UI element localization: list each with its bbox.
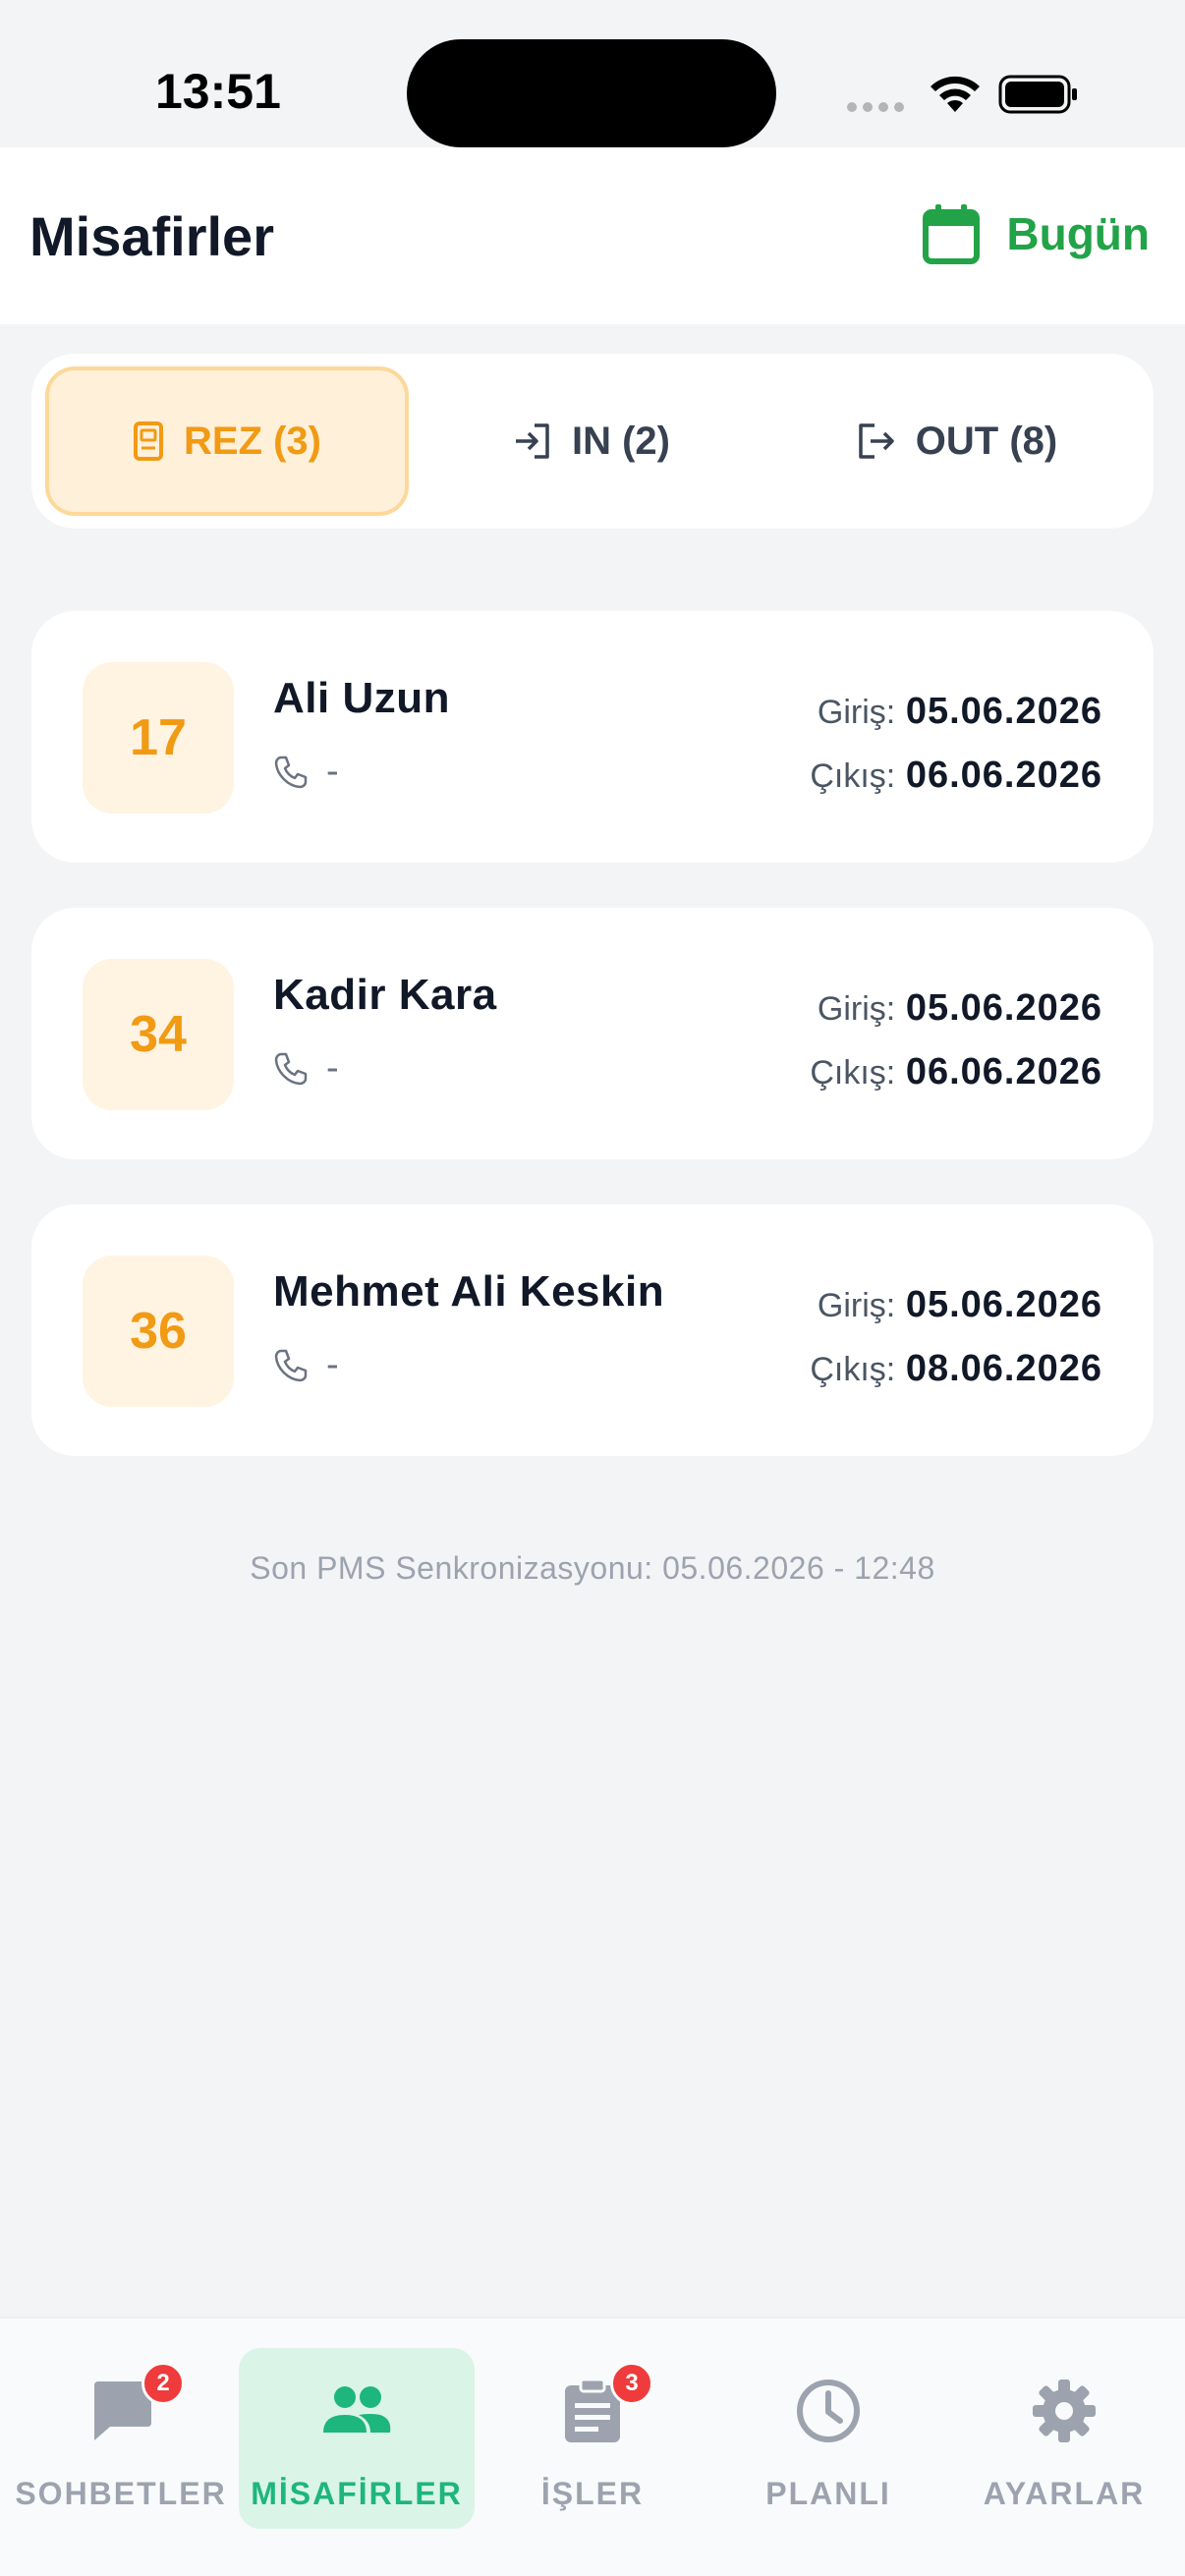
- checkout-date: 06.06.2026: [905, 755, 1102, 796]
- tabbar-label: PLANLI: [765, 2476, 891, 2511]
- pending-tasks-badge: 3: [610, 2362, 653, 2405]
- phone-value: -: [326, 1047, 339, 1089]
- guest-name: Ali Uzun: [273, 674, 450, 722]
- today-label: Bugün: [1006, 208, 1150, 259]
- guest-phone: -: [273, 1344, 339, 1386]
- battery-icon: [998, 75, 1077, 114]
- tabbar-label: SOHBETLER: [15, 2476, 227, 2511]
- checkout-label: Çıkış:: [810, 1054, 896, 1092]
- tab-label: OUT (8): [915, 419, 1058, 463]
- phone-icon: [274, 1052, 308, 1085]
- last-sync-note: Son PMS Senkronizasyonu: 05.06.2026 - 12…: [250, 1550, 935, 1586]
- tab-label: REZ (3): [184, 419, 321, 463]
- tabbar-item-tasks[interactable]: 3 İŞLER: [475, 2348, 710, 2529]
- tab-label: IN (2): [572, 419, 670, 463]
- tab-reservations[interactable]: REZ (3): [45, 366, 409, 516]
- guest-card[interactable]: 36 Mehmet Ali Keskin - Giriş: 05.06.2026…: [31, 1204, 1154, 1456]
- checkin-label: Giriş:: [817, 694, 896, 731]
- tabbar-label: MİSAFİRLER: [251, 2476, 463, 2511]
- checkin-row: Giriş: 05.06.2026: [810, 680, 1102, 744]
- wifi-icon: [931, 76, 980, 112]
- clock-icon: [797, 2380, 860, 2442]
- checkout-date: 08.06.2026: [905, 1348, 1102, 1389]
- status-bar: 13:51: [0, 0, 1185, 147]
- checkin-row: Giriş: 05.06.2026: [810, 977, 1102, 1040]
- guest-card[interactable]: 34 Kadir Kara - Giriş: 05.06.2026 Çıkış:…: [31, 908, 1154, 1159]
- calendar-icon: [923, 204, 981, 264]
- stay-dates: Giriş: 05.06.2026 Çıkış: 06.06.2026: [810, 680, 1102, 808]
- page-title: Misafirler: [29, 205, 274, 267]
- unread-badge: 2: [141, 2362, 185, 2405]
- bottom-tab-bar: 2 SOHBETLER MİSAFİRLER 3 İŞLER PLANLI AY…: [0, 2317, 1185, 2576]
- checkin-label: Giriş:: [817, 1287, 896, 1324]
- cellular-signal-icon: [847, 102, 904, 112]
- stay-dates: Giriş: 05.06.2026 Çıkış: 06.06.2026: [810, 977, 1102, 1104]
- settings-icon: [1033, 2380, 1096, 2442]
- header: Misafirler Bugün: [0, 147, 1185, 324]
- room-number: 36: [83, 1256, 234, 1407]
- checkout-row: Çıkış: 08.06.2026: [810, 1337, 1102, 1401]
- today-button[interactable]: Bugün: [922, 202, 1150, 265]
- dynamic-island: [407, 39, 776, 147]
- room-number: 17: [83, 662, 234, 813]
- stay-dates: Giriş: 05.06.2026 Çıkış: 08.06.2026: [810, 1273, 1102, 1401]
- phone-value: -: [326, 1344, 339, 1385]
- checkin-row: Giriş: 05.06.2026: [810, 1273, 1102, 1337]
- tabbar-label: AYARLAR: [983, 2476, 1146, 2511]
- guest-card[interactable]: 17 Ali Uzun - Giriş: 05.06.2026 Çıkış: 0…: [31, 611, 1154, 863]
- tabbar-item-chats[interactable]: 2 SOHBETLER: [3, 2348, 239, 2529]
- phone-value: -: [326, 751, 339, 792]
- checkout-row: Çıkış: 06.06.2026: [810, 1040, 1102, 1104]
- guest-phone: -: [273, 751, 339, 793]
- checkout-date: 06.06.2026: [905, 1051, 1102, 1092]
- checkout-label: Çıkış:: [810, 757, 896, 795]
- tabbar-label: İŞLER: [540, 2476, 645, 2511]
- tabbar-item-guests[interactable]: MİSAFİRLER: [239, 2348, 475, 2529]
- guest-filter-tabs: REZ (3) IN (2) OUT (8): [31, 354, 1154, 529]
- guest-list: 17 Ali Uzun - Giriş: 05.06.2026 Çıkış: 0…: [31, 611, 1154, 1501]
- guest-name: Mehmet Ali Keskin: [273, 1267, 665, 1316]
- phone-icon: [274, 756, 308, 788]
- tab-checkin[interactable]: IN (2): [409, 366, 774, 516]
- guests-icon: [323, 2386, 391, 2433]
- phone-icon: [274, 1349, 308, 1381]
- login-icon: [516, 423, 549, 459]
- status-time: 13:51: [155, 64, 281, 119]
- guest-name: Kadir Kara: [273, 971, 497, 1019]
- room-number: 34: [83, 959, 234, 1110]
- reservation-icon: [134, 421, 163, 461]
- tab-checkout[interactable]: OUT (8): [774, 366, 1140, 516]
- checkin-date: 05.06.2026: [905, 691, 1102, 732]
- tabbar-item-scheduled[interactable]: PLANLI: [710, 2348, 946, 2529]
- checkout-label: Çıkış:: [810, 1351, 896, 1388]
- guest-phone: -: [273, 1047, 339, 1090]
- checkin-date: 05.06.2026: [905, 987, 1102, 1029]
- checkin-label: Giriş:: [817, 990, 896, 1028]
- logout-icon: [859, 423, 894, 459]
- checkin-date: 05.06.2026: [905, 1284, 1102, 1325]
- checkout-row: Çıkış: 06.06.2026: [810, 744, 1102, 808]
- tabbar-item-settings[interactable]: AYARLAR: [946, 2348, 1182, 2529]
